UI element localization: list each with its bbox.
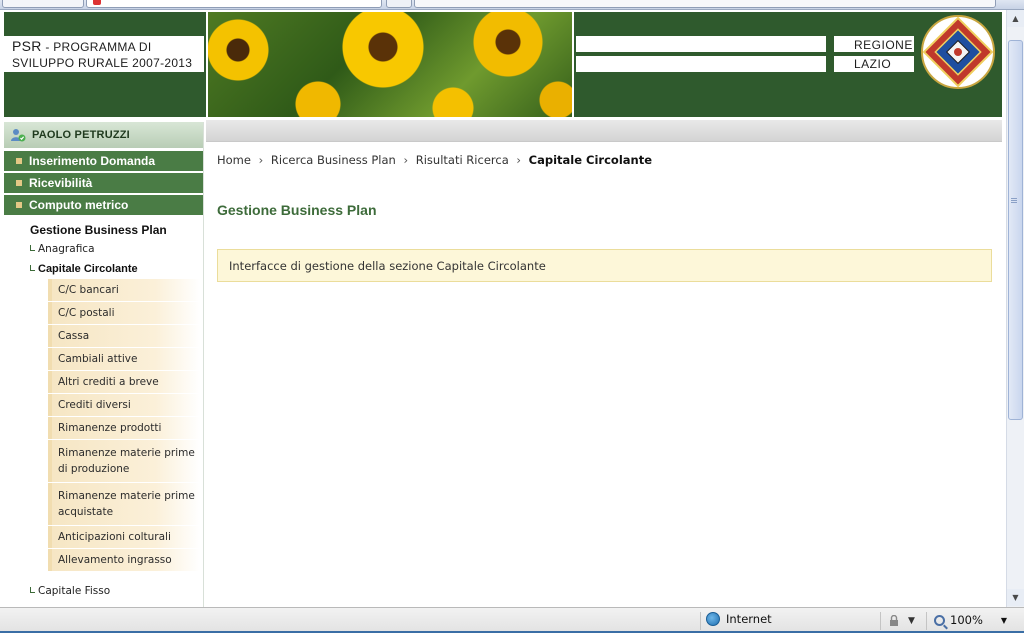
scroll-down-arrow-icon[interactable]: ▼ [1007, 589, 1024, 606]
browser-status-bar: Internet ▼ 100% ▼ [0, 607, 1024, 633]
browser-toolbar [414, 0, 996, 8]
zoom-control[interactable]: 100% ▼ [934, 613, 1007, 627]
browser-tab[interactable] [2, 0, 84, 8]
user-bar: PAOLO PETRUZZI [4, 122, 203, 148]
bullet-square-icon [16, 180, 22, 186]
section-gestione-business-plan: Gestione Business Plan [30, 223, 167, 237]
page-title: Gestione Business Plan [217, 202, 377, 218]
security-zone: Internet [706, 612, 772, 626]
zoom-magnifier-icon [934, 614, 945, 626]
sunflower-banner-image [206, 12, 574, 117]
menu-inserimento-domanda[interactable]: Inserimento Domanda [4, 151, 203, 171]
leaf-cassa[interactable]: Cassa [48, 325, 200, 347]
sub-link-capitale-fisso[interactable]: Capitale Fisso [4, 581, 203, 601]
site-header: PSR - PROGRAMMA DI SVILUPPO RURALE 2007-… [4, 12, 1002, 117]
status-divider [700, 612, 701, 630]
browser-tab-active[interactable] [86, 0, 382, 8]
leaf-anticipazioni-colturali[interactable]: Anticipazioni colturali [48, 526, 200, 548]
status-divider [926, 612, 927, 630]
leaf-cc-postali[interactable]: C/C postali [48, 302, 200, 324]
protected-mode-icon [890, 615, 898, 626]
scrollbar-thumb[interactable] [1008, 40, 1023, 420]
leaf-allevamento-ingrasso[interactable]: Allevamento ingrasso [48, 549, 200, 571]
left-sidebar: PAOLO PETRUZZI Inserimento Domanda Ricev… [4, 122, 204, 607]
breadcrumb-ricerca[interactable]: Ricerca Business Plan [271, 153, 396, 167]
tree-corner-icon [30, 587, 35, 593]
leaf-altri-crediti[interactable]: Altri crediti a breve [48, 371, 200, 393]
leaf-cc-bancari[interactable]: C/C bancari [48, 279, 200, 301]
sub-link-label: Capitale Fisso [38, 585, 111, 597]
menu-label: Computo metrico [29, 198, 129, 212]
breadcrumb-current: Capitale Circolante [528, 153, 653, 167]
leaf-crediti-diversi[interactable]: Crediti diversi [48, 394, 200, 416]
scrollbar-grip-icon [1011, 198, 1017, 199]
tree-corner-icon [30, 245, 35, 251]
globe-icon [706, 612, 720, 626]
header-stripe [576, 56, 826, 72]
browser-tab-strip [0, 0, 1024, 10]
regione-lazio-crest-icon [921, 15, 995, 89]
menu-computo-metrico[interactable]: Computo metrico [4, 195, 203, 215]
leaf-rimanenze-materie-acquistate[interactable]: Rimanenze materie prime acquistate [48, 483, 200, 525]
breadcrumb-separator: › [516, 153, 522, 167]
regione-label: REGIONE [854, 38, 913, 52]
programma-label: - PROGRAMMA DI [45, 40, 152, 54]
menu-label: Ricevibilità [29, 176, 93, 190]
breadcrumb: Home › Ricerca Business Plan › Risultati… [217, 153, 652, 167]
menu-label: Inserimento Domanda [29, 154, 156, 168]
psr-label: PSR [12, 38, 42, 54]
sub-link-capitale-circolante[interactable]: Capitale Circolante [4, 259, 203, 279]
leaf-cambiali-attive[interactable]: Cambiali attive [48, 348, 200, 370]
favicon-icon [93, 0, 101, 5]
leaf-rimanenze-materie-produzione[interactable]: Rimanenze materie prime di produzione [48, 440, 200, 482]
content-toolbar-strip [206, 120, 1002, 142]
vertical-scrollbar[interactable]: ▲ ▼ [1006, 10, 1024, 607]
chevron-down-icon: ▼ [1000, 615, 1008, 625]
header-stripe [576, 36, 826, 52]
tree-corner-icon [30, 265, 35, 271]
program-title-line2: SVILUPPO RURALE 2007-2013 [12, 56, 193, 70]
bullet-square-icon [16, 202, 22, 208]
sub-link-label: Capitale Circolante [38, 263, 138, 275]
user-icon [11, 129, 26, 142]
menu-ricevibilita[interactable]: Ricevibilità [4, 173, 203, 193]
chevron-down-icon: ▼ [908, 616, 915, 626]
new-tab-button[interactable] [386, 0, 412, 8]
breadcrumb-separator: › [403, 153, 409, 167]
breadcrumb-home[interactable]: Home [217, 153, 251, 167]
protected-mode-button[interactable]: ▼ [888, 614, 920, 628]
user-name: PAOLO PETRUZZI [32, 129, 130, 141]
status-divider [880, 612, 881, 630]
program-title-line1: PSR - PROGRAMMA DI [12, 38, 152, 54]
bullet-square-icon [16, 158, 22, 164]
lazio-label: LAZIO [854, 57, 892, 71]
breadcrumb-risultati[interactable]: Risultati Ricerca [416, 153, 509, 167]
sub-link-label: Anagrafica [38, 243, 95, 255]
sub-link-anagrafica[interactable]: Anagrafica [4, 239, 203, 259]
scroll-up-arrow-icon[interactable]: ▲ [1007, 10, 1024, 27]
page-viewport: PSR - PROGRAMMA DI SVILUPPO RURALE 2007-… [0, 10, 1006, 607]
breadcrumb-separator: › [258, 153, 264, 167]
info-message-box: Interfacce di gestione della sezione Cap… [217, 249, 992, 282]
leaf-rimanenze-prodotti[interactable]: Rimanenze prodotti [48, 417, 200, 439]
zone-label: Internet [726, 612, 772, 626]
zoom-level: 100% [950, 613, 983, 627]
capitale-circolante-list: C/C bancari C/C postali Cassa Cambiali a… [48, 279, 200, 571]
